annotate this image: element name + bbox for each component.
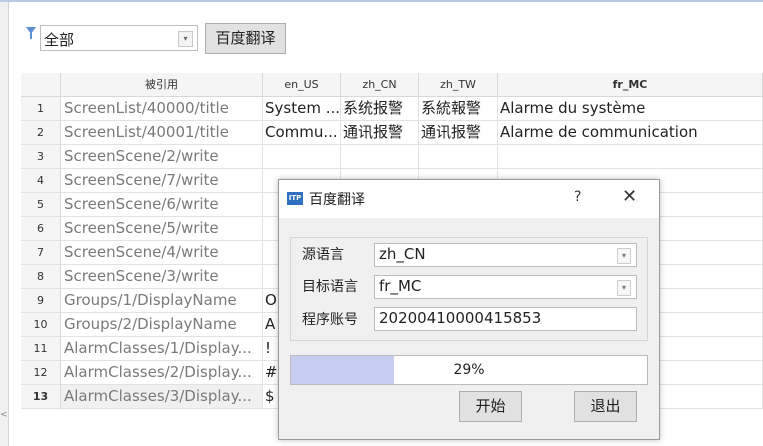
- dialog-titlebar[interactable]: ITP 百度翻译 ? ✕: [279, 180, 659, 218]
- cell-zh-cn[interactable]: 通讯报警: [341, 121, 419, 145]
- cell-referenced[interactable]: ScreenScene/5/write: [61, 217, 263, 241]
- cell-referenced[interactable]: AlarmClasses/1/Display...: [61, 337, 263, 361]
- cell-referenced[interactable]: Groups/2/DisplayName: [61, 313, 263, 337]
- app-icon: ITP: [287, 192, 303, 205]
- row-number[interactable]: 6: [21, 217, 61, 241]
- cell-zh-cn[interactable]: 系统报警: [341, 97, 419, 121]
- cell-referenced[interactable]: Groups/1/DisplayName: [61, 289, 263, 313]
- cell-referenced[interactable]: ScreenScene/4/write: [61, 241, 263, 265]
- column-header-zh-tw[interactable]: zh_TW: [419, 73, 498, 97]
- progress-text: 29%: [453, 362, 485, 378]
- account-label: 程序账号: [302, 312, 358, 328]
- cell-referenced[interactable]: ScreenScene/2/write: [61, 145, 263, 169]
- cell-referenced[interactable]: ScreenScene/7/write: [61, 169, 263, 193]
- corner-header[interactable]: [21, 73, 61, 97]
- left-panel-edge[interactable]: <: [0, 2, 9, 446]
- account-value: 20200410000415853: [379, 309, 542, 327]
- column-header-en-us[interactable]: en_US: [263, 73, 341, 97]
- row-number[interactable]: 13: [21, 385, 61, 409]
- cell-referenced[interactable]: ScreenList/40001/title: [61, 121, 263, 145]
- start-button[interactable]: 开始: [459, 391, 522, 422]
- cell-referenced[interactable]: ScreenScene/3/write: [61, 265, 263, 289]
- row-number[interactable]: 5: [21, 193, 61, 217]
- target-language-value: fr_MC: [379, 277, 422, 295]
- dropdown-arrow-icon[interactable]: ▾: [178, 31, 193, 47]
- column-header-referenced[interactable]: 被引用: [61, 73, 263, 97]
- cell-zh-tw[interactable]: 系統報警: [419, 97, 498, 121]
- cell-referenced[interactable]: AlarmClasses/2/Display...: [61, 361, 263, 385]
- row-number[interactable]: 2: [21, 121, 61, 145]
- collapse-arrow-icon[interactable]: <: [0, 410, 8, 420]
- cell-referenced[interactable]: ScreenScene/6/write: [61, 193, 263, 217]
- source-language-select[interactable]: zh_CN ▾: [374, 243, 637, 267]
- column-header-zh-cn[interactable]: zh_CN: [341, 73, 419, 97]
- cell-referenced[interactable]: AlarmClasses/3/Display...: [61, 385, 263, 409]
- cell-zh-tw[interactable]: 通讯报警: [419, 121, 498, 145]
- baidu-translate-dialog: ITP 百度翻译 ? ✕ 源语言 zh_CN ▾ 目标语言 fr_MC ▾ 程序…: [278, 179, 660, 440]
- help-icon[interactable]: ?: [574, 189, 581, 205]
- target-language-select[interactable]: fr_MC ▾: [374, 275, 637, 299]
- settings-group: 源语言 zh_CN ▾ 目标语言 fr_MC ▾ 程序账号 2020041000…: [290, 237, 648, 341]
- filter-icon: [26, 27, 36, 39]
- row-number[interactable]: 8: [21, 265, 61, 289]
- cell-en-us[interactable]: [263, 145, 341, 169]
- account-field[interactable]: 20200410000415853: [374, 307, 637, 331]
- row-number[interactable]: 1: [21, 97, 61, 121]
- column-header-fr-mc[interactable]: fr_MC: [498, 73, 763, 97]
- row-number[interactable]: 7: [21, 241, 61, 265]
- cell-referenced[interactable]: ScreenList/40000/title: [61, 97, 263, 121]
- chevron-down-icon[interactable]: ▾: [617, 248, 631, 264]
- cell-zh-cn[interactable]: [341, 145, 419, 169]
- cell-en-us[interactable]: Commu...: [263, 121, 341, 145]
- dialog-title: 百度翻译: [309, 192, 365, 208]
- row-number[interactable]: 3: [21, 145, 61, 169]
- row-number[interactable]: 11: [21, 337, 61, 361]
- translate-progress-bar: 29%: [290, 355, 648, 385]
- cell-fr-mc[interactable]: [498, 145, 763, 169]
- source-language-label: 源语言: [302, 247, 344, 263]
- row-number[interactable]: 10: [21, 313, 61, 337]
- row-number[interactable]: 9: [21, 289, 61, 313]
- row-number[interactable]: 12: [21, 361, 61, 385]
- baidu-translate-button[interactable]: 百度翻译: [205, 23, 286, 54]
- close-icon[interactable]: ✕: [622, 186, 637, 207]
- target-language-label: 目标语言: [302, 279, 358, 295]
- filter-value: 全部: [44, 31, 75, 49]
- filter-dropdown[interactable]: 全部 ▾: [40, 25, 198, 51]
- cell-en-us[interactable]: System ...: [263, 97, 341, 121]
- exit-button[interactable]: 退出: [574, 391, 637, 422]
- row-number[interactable]: 4: [21, 169, 61, 193]
- chevron-down-icon[interactable]: ▾: [617, 280, 631, 296]
- cell-fr-mc[interactable]: Alarme de communication: [498, 121, 763, 145]
- toolbar: 全部 ▾ 百度翻译: [9, 2, 763, 70]
- cell-fr-mc[interactable]: Alarme du système: [498, 97, 763, 121]
- cell-zh-tw[interactable]: [419, 145, 498, 169]
- source-language-value: zh_CN: [379, 245, 426, 263]
